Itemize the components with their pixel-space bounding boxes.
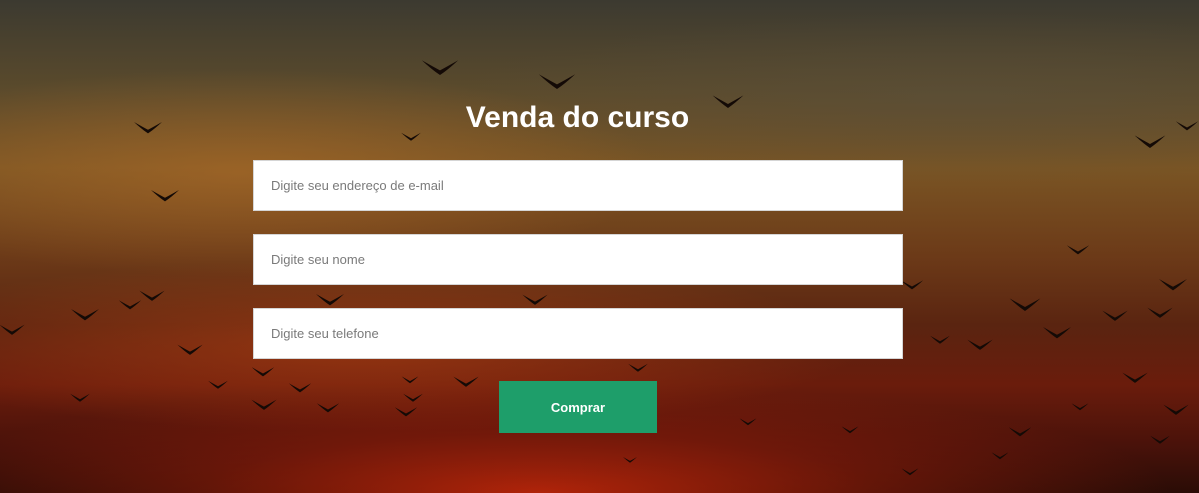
form-title: Venda do curso — [465, 101, 690, 134]
name-input[interactable] — [253, 234, 903, 285]
email-input[interactable] — [253, 160, 903, 211]
purchase-form: Venda do curso Comprar — [0, 0, 1199, 493]
buy-button[interactable]: Comprar — [499, 381, 657, 433]
phone-input[interactable] — [253, 308, 903, 359]
